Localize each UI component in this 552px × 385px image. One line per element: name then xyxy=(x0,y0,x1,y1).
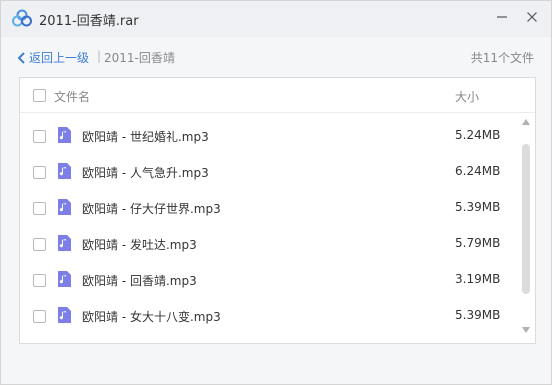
back-button[interactable]: 返回上一级 xyxy=(17,49,89,66)
row-checkbox[interactable] xyxy=(33,238,46,251)
music-file-icon xyxy=(58,127,71,143)
file-row[interactable]: 欧阳靖 - 人气急升.mp3 6.24MB xyxy=(20,154,520,190)
file-size: 5.39MB xyxy=(455,200,501,214)
file-size: 3.19MB xyxy=(455,272,501,286)
file-row[interactable]: 欧阳靖 - 发吐达.mp3 5.79MB xyxy=(20,226,520,262)
scroll-thumb[interactable] xyxy=(522,144,530,294)
navigation-bar: 返回上一级 | 2011-回香靖 共11个文件 xyxy=(1,37,551,79)
close-button[interactable] xyxy=(518,5,546,29)
file-count: 共11个文件 xyxy=(470,51,534,65)
music-file-icon xyxy=(58,307,71,323)
row-checkbox[interactable] xyxy=(33,202,46,215)
scroll-up-icon[interactable] xyxy=(521,118,531,126)
row-checkbox[interactable] xyxy=(33,166,46,179)
file-row[interactable]: 欧阳靖 - 女大十八变.mp3 5.39MB xyxy=(20,298,520,334)
music-file-icon xyxy=(58,235,71,251)
file-row[interactable]: 欧阳靖 - 世纪婚礼.mp3 5.24MB xyxy=(20,118,520,154)
music-file-icon xyxy=(58,271,71,287)
music-file-icon xyxy=(58,199,71,215)
file-size: 6.24MB xyxy=(455,164,501,178)
column-header-name: 文件名 xyxy=(54,90,91,104)
close-icon xyxy=(527,12,537,22)
select-all-checkbox[interactable] xyxy=(33,89,46,102)
minimize-icon xyxy=(497,16,507,18)
minimize-button[interactable] xyxy=(488,5,516,29)
music-file-icon xyxy=(58,163,71,179)
scroll-down-icon[interactable] xyxy=(521,326,531,334)
file-name: 欧阳靖 - 人气急升.mp3 xyxy=(82,166,209,180)
breadcrumb-separator: | xyxy=(97,49,102,63)
file-size: 5.24MB xyxy=(455,128,501,142)
back-label: 返回上一级 xyxy=(29,51,90,65)
file-name: 欧阳靖 - 女大十八变.mp3 xyxy=(82,310,221,324)
title-bar: 2011-回香靖.rar xyxy=(1,1,551,37)
row-checkbox[interactable] xyxy=(33,274,46,287)
column-header-size: 大小 xyxy=(455,90,480,104)
file-name: 欧阳靖 - 发吐达.mp3 xyxy=(82,238,197,252)
list-header: 文件名 大小 xyxy=(20,78,535,113)
chevron-left-icon xyxy=(17,51,25,64)
row-checkbox[interactable] xyxy=(33,310,46,323)
file-name: 欧阳靖 - 仔大仔世界.mp3 xyxy=(82,202,221,216)
breadcrumb-current: 2011-回香靖 xyxy=(104,51,175,65)
window-title: 2011-回香靖.rar xyxy=(39,14,139,29)
row-checkbox[interactable] xyxy=(33,130,46,143)
file-list: 文件名 大小 欧阳靖 - 世纪婚礼.mp3 5.24MB 欧阳靖 - 人气急升. xyxy=(19,77,536,344)
cloud-logo-icon xyxy=(12,9,32,27)
file-row[interactable]: 欧阳靖 - 仔大仔世界.mp3 5.39MB xyxy=(20,190,520,226)
file-row[interactable]: 欧阳靖 - 回香靖.mp3 3.19MB xyxy=(20,262,520,298)
archive-viewer-window: 2011-回香靖.rar 返回上一级 | 2011-回香靖 共11个文件 文件名 xyxy=(0,0,552,385)
vertical-scrollbar[interactable] xyxy=(519,118,533,340)
file-size: 5.39MB xyxy=(455,308,501,322)
file-name: 欧阳靖 - 世纪婚礼.mp3 xyxy=(82,130,209,144)
file-size: 5.79MB xyxy=(455,236,501,250)
file-name: 欧阳靖 - 回香靖.mp3 xyxy=(82,274,197,288)
